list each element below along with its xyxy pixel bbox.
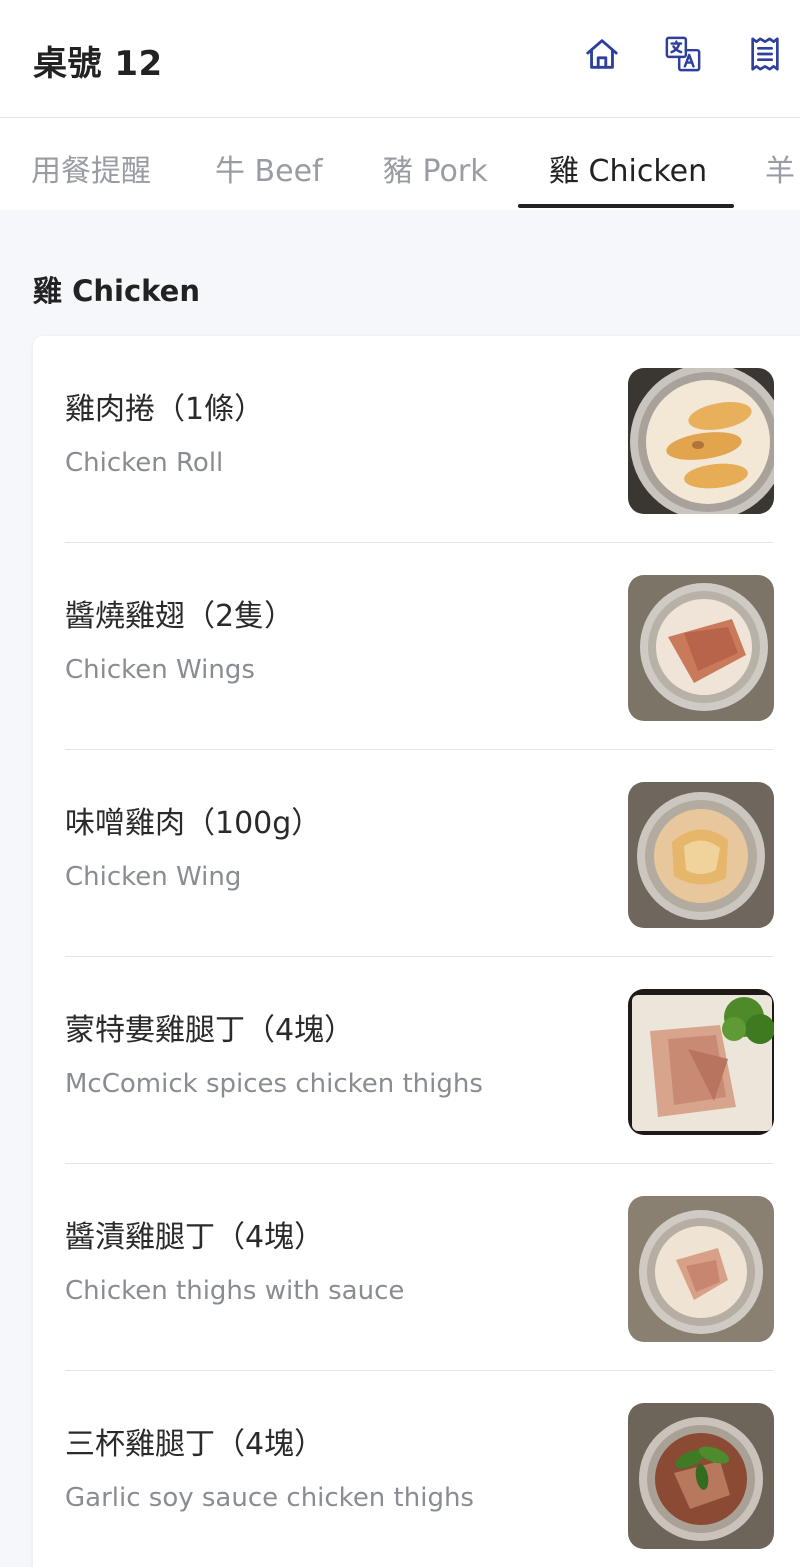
tab-beef[interactable]: 牛 Beef bbox=[215, 146, 323, 190]
item-name: 雞肉捲（1條） bbox=[65, 392, 265, 427]
item-description: Chicken Wing bbox=[65, 862, 242, 892]
table-number-title: 桌號 12 bbox=[33, 44, 163, 84]
menu-item[interactable]: 醬燒雞翅（2隻） Chicken Wings bbox=[33, 543, 800, 750]
item-description: Chicken Wings bbox=[65, 655, 255, 685]
menu-item[interactable]: 三杯雞腿丁（4塊） Garlic soy sauce chicken thigh… bbox=[33, 1371, 800, 1567]
item-name: 醬漬雞腿丁（4塊） bbox=[65, 1220, 325, 1255]
home-icon[interactable] bbox=[582, 34, 622, 74]
item-description: Chicken thighs with sauce bbox=[65, 1276, 405, 1306]
chicken-roll-photo[interactable] bbox=[628, 368, 774, 514]
section-title: 雞 Chicken bbox=[33, 274, 200, 308]
top-header: 桌號 12 bbox=[0, 0, 800, 118]
item-description: Chicken Roll bbox=[65, 448, 224, 478]
tab-dining-reminder[interactable]: 用餐提醒 bbox=[31, 146, 151, 190]
montreal-chicken-photo[interactable] bbox=[628, 989, 774, 1135]
sauce-chicken-photo[interactable] bbox=[628, 1196, 774, 1342]
chicken-wings-photo[interactable] bbox=[628, 575, 774, 721]
miso-chicken-photo[interactable] bbox=[628, 782, 774, 928]
menu-item[interactable]: 味噌雞肉（100g） Chicken Wing bbox=[33, 750, 800, 957]
item-name: 味噌雞肉（100g） bbox=[65, 806, 322, 841]
item-name: 三杯雞腿丁（4塊） bbox=[65, 1427, 325, 1462]
item-name: 醬燒雞翅（2隻） bbox=[65, 599, 295, 634]
item-description: McComick spices chicken thighs bbox=[65, 1069, 483, 1099]
tab-lamb[interactable]: 羊 bbox=[765, 146, 795, 190]
three-cup-chicken-photo[interactable] bbox=[628, 1403, 774, 1549]
item-description: Garlic soy sauce chicken thighs bbox=[65, 1483, 474, 1513]
tab-pork[interactable]: 豬 Pork bbox=[383, 146, 488, 190]
translate-icon[interactable] bbox=[663, 34, 703, 74]
menu-item-list: 雞肉捲（1條） Chicken Roll 醬燒雞翅（2隻） Chicken Wi… bbox=[33, 336, 800, 1567]
category-tabs: 用餐提醒 牛 Beef 豬 Pork 雞 Chicken 羊 bbox=[0, 118, 800, 210]
menu-item[interactable]: 雞肉捲（1條） Chicken Roll bbox=[33, 336, 800, 543]
menu-item[interactable]: 醬漬雞腿丁（4塊） Chicken thighs with sauce bbox=[33, 1164, 800, 1371]
item-name: 蒙特婁雞腿丁（4塊） bbox=[65, 1013, 355, 1048]
tab-chicken[interactable]: 雞 Chicken bbox=[549, 146, 707, 190]
receipt-icon[interactable] bbox=[745, 34, 785, 74]
active-tab-indicator bbox=[518, 204, 734, 208]
menu-item[interactable]: 蒙特婁雞腿丁（4塊） McComick spices chicken thigh… bbox=[33, 957, 800, 1164]
